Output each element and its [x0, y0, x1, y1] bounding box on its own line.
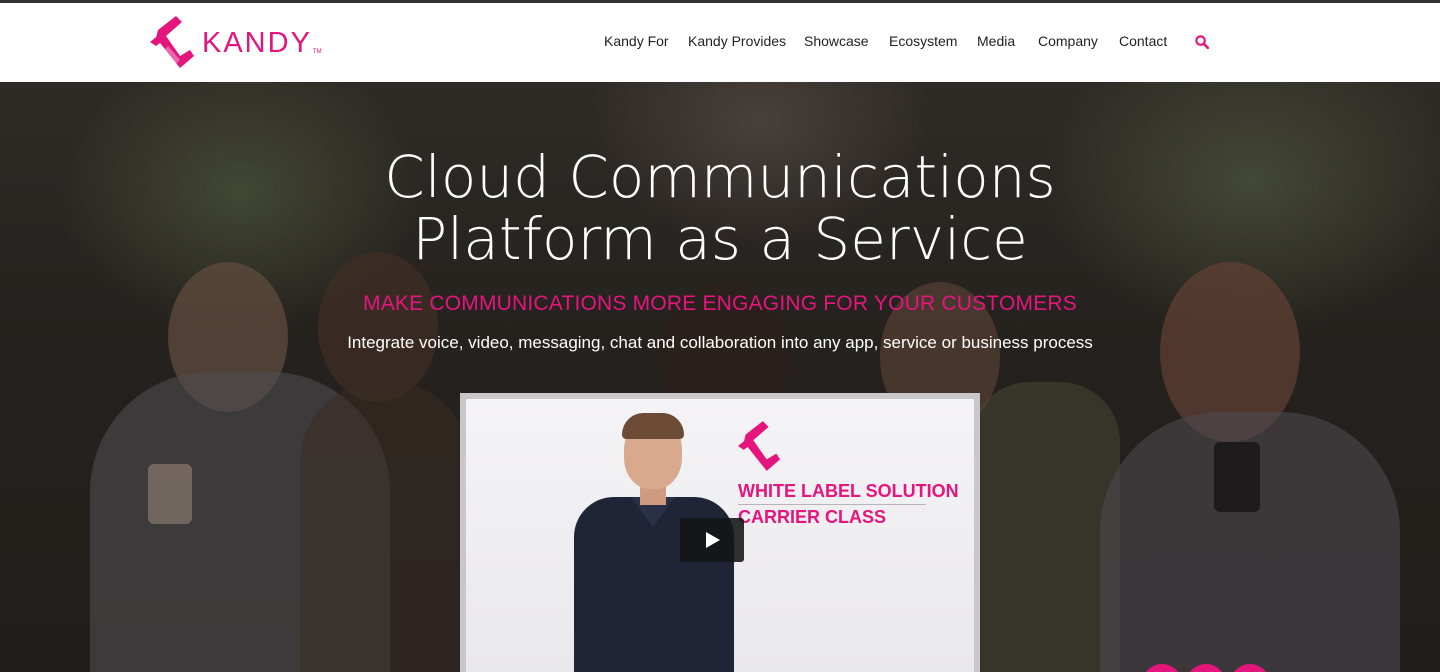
hero-title-line-1: Cloud Communications [384, 143, 1056, 211]
search-icon[interactable] [1195, 35, 1209, 49]
play-icon [706, 532, 720, 548]
nav-showcase[interactable]: Showcase [804, 33, 869, 50]
nav-kandy-for[interactable]: Kandy For [604, 33, 669, 50]
kandy-logo-icon [738, 421, 781, 471]
site-header: KANDY TM Kandy For Kandy Provides Showca… [0, 3, 1440, 82]
hero-title-line-2: Platform as a Service [412, 205, 1028, 273]
play-button[interactable] [680, 518, 744, 562]
nav-contact[interactable]: Contact [1119, 33, 1167, 50]
hero-tagline: MAKE COMMUNICATIONS MORE ENGAGING FOR YO… [363, 292, 1077, 315]
nav-kandy-provides[interactable]: Kandy Provides [688, 33, 786, 50]
video-text-white-label: WHITE LABEL SOLUTION [738, 481, 959, 501]
nav-media[interactable]: Media [977, 33, 1015, 50]
video-text-carrier-class: CARRIER CLASS [738, 507, 887, 527]
nav-company[interactable]: Company [1038, 33, 1098, 50]
nav-ecosystem[interactable]: Ecosystem [889, 33, 957, 50]
presenter-hair [622, 413, 684, 439]
video-text-divider [738, 504, 926, 505]
hero-subtitle: Integrate voice, video, messaging, chat … [347, 333, 1093, 352]
main-nav: Kandy For Kandy Provides Showcase Ecosys… [0, 33, 1440, 53]
video-thumbnail: WHITE LABEL SOLUTION CARRIER CLASS [466, 399, 974, 672]
hero-section: Cloud Communications Platform as a Servi… [0, 82, 1440, 672]
video-player[interactable]: WHITE LABEL SOLUTION CARRIER CLASS [460, 393, 980, 672]
